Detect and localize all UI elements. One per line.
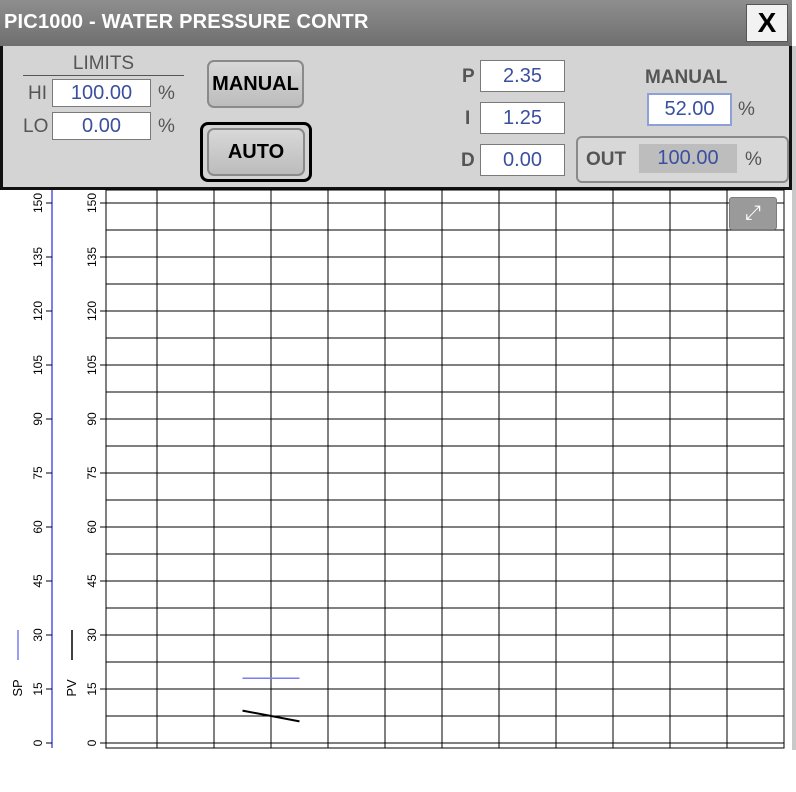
expand-icon: ⤢ [745,202,761,224]
sp-axis-label: SP [10,679,25,696]
y-tick-label: 150 [85,193,99,213]
manual-output-label: MANUAL [645,67,728,88]
y-tick-label: 90 [31,412,45,426]
d-label: D [461,150,475,171]
faceplate-panel: LIMITS HI 100.00 % LO 0.00 % MANUAL AUTO… [0,46,792,190]
y-tick-label: 45 [31,574,45,588]
title-bar[interactable]: PIC1000 - WATER PRESSURE CONTR X [0,0,792,46]
out-label: OUT [586,149,627,170]
y-tick-label: 60 [31,520,45,534]
y-tick-label: 15 [31,682,45,696]
y-tick-label: 15 [85,682,99,696]
manual-output-input[interactable]: 52.00 [647,93,732,126]
y-tick-label: 105 [85,355,99,375]
y-tick-label: 150 [31,193,45,213]
y-tick-label: 120 [31,301,45,321]
y-tick-label: 75 [31,466,45,480]
close-button[interactable]: X [746,4,788,42]
window-title: PIC1000 - WATER PRESSURE CONTR [4,11,369,33]
y-tick-label: 45 [85,574,99,588]
i-gain-input[interactable]: 1.25 [480,102,565,134]
y-tick-label: 105 [31,355,45,375]
manual-mode-button[interactable]: MANUAL [207,60,304,108]
d-gain-input[interactable]: 0.00 [480,144,565,176]
hi-label: HI [28,83,47,104]
pv-axis-label: PV [64,679,79,697]
limits-header: LIMITS [72,53,135,74]
y-tick-label: 30 [85,628,99,642]
expand-button[interactable]: ⤢ [729,197,777,230]
output-group: OUT 100.00 % [576,136,789,183]
lo-unit: % [158,116,175,137]
y-tick-label: 75 [85,466,99,480]
y-tick-label: 120 [85,301,99,321]
trend-chart-svg: 0 15 30 45 60 75 90 105 120 135 150 SP 0 15 30 45 60 75 90… [10,189,785,775]
manual-output-unit: % [738,99,755,120]
p-gain-input[interactable]: 2.35 [480,60,565,92]
out-value: 100.00 [639,144,737,173]
y-tick-label: 30 [31,628,45,642]
lo-label: LO [23,116,49,137]
plot-area [105,189,785,749]
auto-mode-button[interactable]: AUTO [207,128,305,176]
y-tick-label: 90 [85,412,99,426]
lo-limit-input[interactable]: 0.00 [52,112,151,140]
y-tick-label: 60 [85,520,99,534]
out-unit: % [745,149,762,170]
y-tick-label: 135 [85,247,99,267]
y-tick-label: 0 [85,739,99,746]
trend-chart: 0 15 30 45 60 75 90 105 120 135 150 SP 0 15 30 45 60 75 90… [0,189,794,775]
i-label: I [465,108,471,129]
y-tick-label: 0 [31,739,45,746]
p-label: P [462,66,475,87]
controller-window: PIC1000 - WATER PRESSURE CONTR X LIMITS … [0,0,796,792]
y-tick-label: 135 [31,247,45,267]
hi-unit: % [158,83,175,104]
hi-limit-input[interactable]: 100.00 [52,79,151,107]
time-axis-area [0,750,796,792]
